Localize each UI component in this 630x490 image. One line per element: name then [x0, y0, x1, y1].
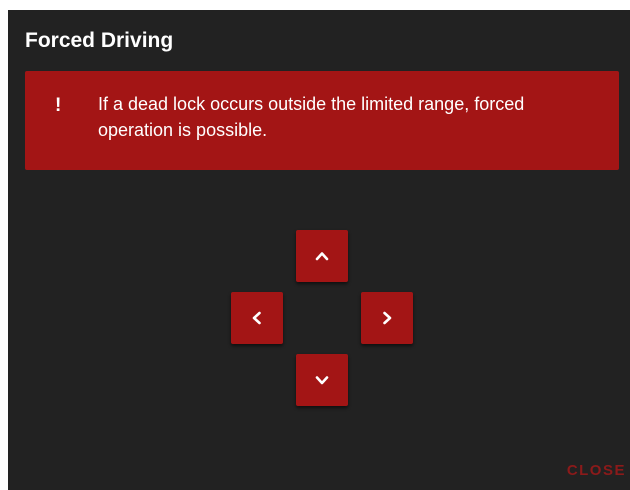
dialog-title: Forced Driving	[25, 29, 174, 52]
move-left-button[interactable]	[231, 292, 283, 344]
move-down-button[interactable]	[296, 354, 348, 406]
chevron-right-icon	[380, 311, 394, 325]
move-up-button[interactable]	[296, 230, 348, 282]
forced-driving-dialog: Forced Driving ! If a dead lock occurs o…	[8, 10, 630, 490]
chevron-down-icon	[315, 373, 329, 387]
alert-message: If a dead lock occurs outside the limite…	[98, 94, 525, 140]
warning-alert: ! If a dead lock occurs outside the limi…	[25, 71, 619, 170]
move-right-button[interactable]	[361, 292, 413, 344]
chevron-up-icon	[315, 249, 329, 263]
chevron-left-icon	[250, 311, 264, 325]
close-button[interactable]: CLOSE	[567, 462, 626, 480]
exclamation-icon: !	[55, 95, 62, 116]
